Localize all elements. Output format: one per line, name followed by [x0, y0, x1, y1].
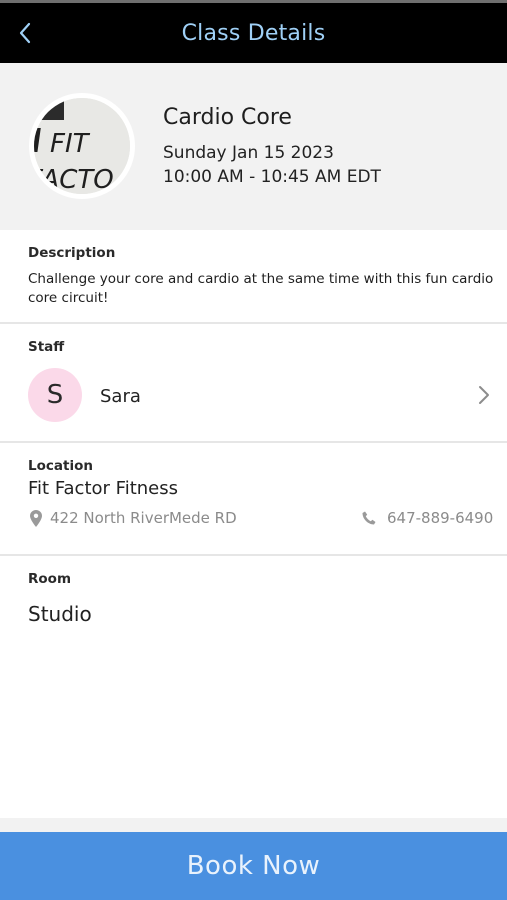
description-section: Description Challenge your core and card… — [0, 230, 507, 322]
chevron-right-icon — [479, 386, 489, 404]
staff-section: Staff S Sara — [0, 324, 507, 441]
phone-text: 647-889-6490 — [387, 509, 494, 527]
class-name: Cardio Core — [163, 105, 292, 130]
room-label: Room — [28, 571, 72, 587]
description-label: Description — [28, 245, 116, 261]
description-text: Challenge your core and cardio at the sa… — [28, 271, 494, 306]
fit-factor-logo-image: FIT FACTO — [34, 98, 130, 194]
avatar: S — [28, 368, 82, 422]
top-navigation-bar: Class Details — [0, 0, 507, 63]
location-phone[interactable]: 647-889-6490 — [362, 509, 493, 527]
staff-name: Sara — [100, 386, 141, 407]
book-now-button[interactable]: Book Now — [0, 832, 507, 900]
location-section: Location Fit Factor Fitness 422 North Ri… — [0, 443, 507, 554]
room-value: Studio — [28, 602, 92, 626]
logo-text-facto: FACTO — [34, 165, 114, 194]
bottom-spacer — [0, 818, 507, 832]
location-address[interactable]: 422 North RiverMede RD — [30, 509, 237, 527]
chevron-left-icon — [19, 22, 31, 44]
staff-label: Staff — [28, 339, 65, 355]
phone-icon — [362, 511, 376, 525]
room-section: Room Studio — [0, 556, 507, 656]
location-name: Fit Factor Fitness — [28, 478, 178, 499]
class-time: 10:00 AM - 10:45 AM EDT — [163, 167, 381, 187]
location-label: Location — [28, 458, 93, 474]
address-text: 422 North RiverMede RD — [50, 509, 237, 527]
class-header-card: FIT FACTO Cardio Core Sunday Jan 15 2023… — [0, 63, 507, 230]
page-title: Class Details — [181, 20, 326, 46]
class-date: Sunday Jan 15 2023 — [163, 143, 334, 163]
back-button[interactable] — [10, 13, 40, 53]
map-pin-icon — [30, 509, 42, 527]
staff-row-sara[interactable]: S Sara — [0, 360, 507, 424]
class-logo: FIT FACTO — [29, 93, 135, 199]
logo-text-fit: FIT — [50, 129, 91, 159]
